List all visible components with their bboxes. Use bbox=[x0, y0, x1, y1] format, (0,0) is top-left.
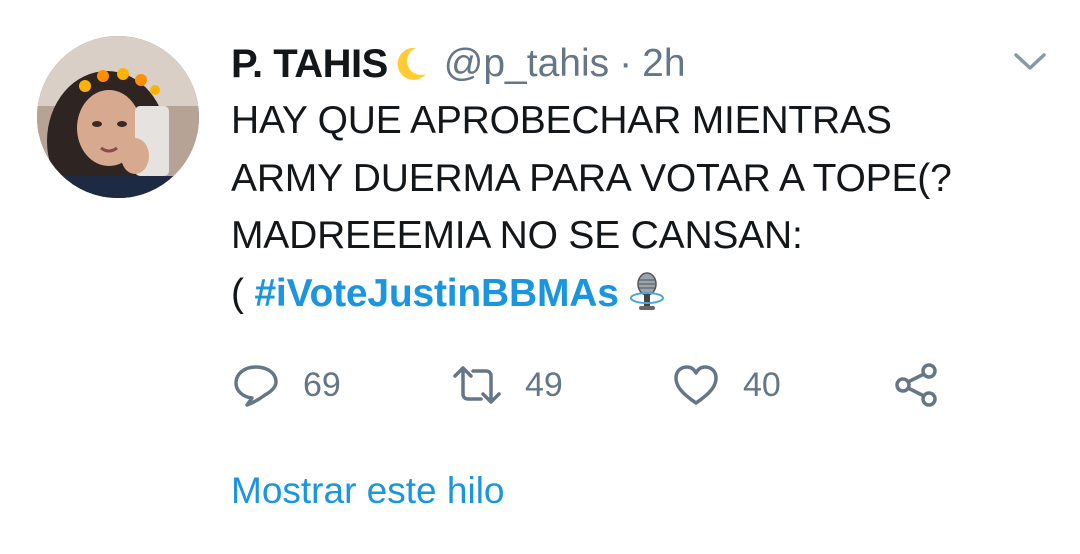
tweet-text-line: ARMY DUERMA PARA VOTAR A TOPE(? bbox=[231, 156, 952, 200]
user-handle[interactable]: @p_tahis bbox=[444, 42, 609, 86]
show-thread-link[interactable]: Mostrar este hilo bbox=[231, 470, 505, 512]
more-options-chevron-icon[interactable] bbox=[1013, 52, 1047, 72]
tweet-text-line: HAY QUE APROBECHAR MIENTRAS bbox=[231, 99, 892, 142]
tweet-text-line: MADREEEMIA NO SE CANSAN: bbox=[231, 214, 803, 257]
tweet-text-line-last: ( #iVoteJustinBBMAs bbox=[231, 265, 1031, 323]
like-count: 40 bbox=[743, 365, 781, 404]
heart-icon bbox=[674, 365, 718, 405]
display-name[interactable]: P. TAHIS bbox=[231, 42, 388, 87]
share-icon bbox=[895, 363, 937, 407]
tweet-text-prefix: ( bbox=[231, 271, 255, 315]
reply-count: 69 bbox=[303, 365, 341, 404]
microphone-icon bbox=[625, 270, 669, 314]
like-action[interactable]: 40 bbox=[671, 360, 781, 410]
separator-dot: · bbox=[619, 42, 633, 85]
retweet-action[interactable]: 49 bbox=[451, 360, 563, 410]
avatar-photo bbox=[37, 36, 199, 198]
hashtag-link[interactable]: #iVoteJustinBBMAs bbox=[254, 272, 618, 315]
reply-icon bbox=[234, 365, 278, 407]
avatar[interactable] bbox=[37, 36, 199, 198]
tweet-header: P. TAHIS @p_tahis · 2h bbox=[231, 40, 686, 88]
share-action[interactable] bbox=[891, 360, 941, 410]
retweet-icon bbox=[453, 366, 501, 404]
timestamp[interactable]: 2h bbox=[642, 42, 685, 86]
tweet-card[interactable]: P. TAHIS @p_tahis · 2h HAY QUE APROBECHA… bbox=[0, 0, 1080, 554]
crescent-moon-icon bbox=[390, 44, 430, 84]
reply-action[interactable]: 69 bbox=[231, 360, 341, 410]
tweet-text: HAY QUE APROBECHAR MIENTRAS ARMY DUERMA … bbox=[231, 92, 1031, 322]
retweet-count: 49 bbox=[525, 365, 563, 404]
